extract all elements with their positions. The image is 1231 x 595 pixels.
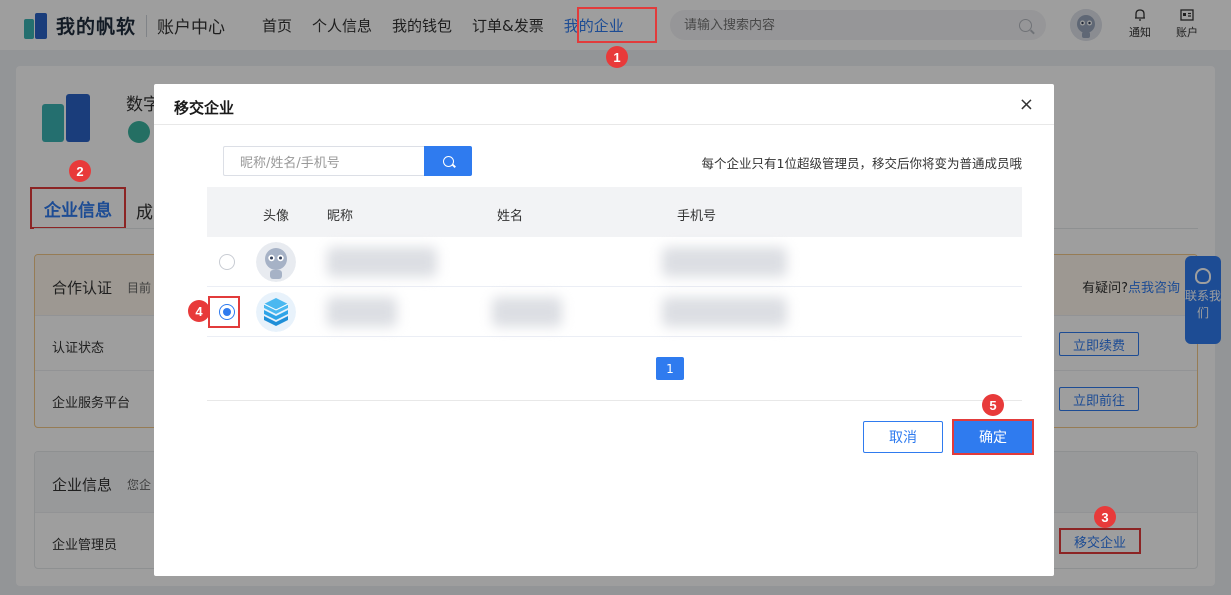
blurred-phone [662, 297, 787, 327]
table-row[interactable] [207, 287, 1022, 337]
step-marker-1: 1 [606, 46, 628, 68]
close-icon[interactable]: × [1019, 96, 1034, 114]
page-number-current[interactable]: 1 [656, 357, 684, 380]
member-search-input[interactable]: 昵称/姓名/手机号 [223, 146, 425, 176]
member-search-button[interactable] [424, 146, 472, 176]
blurred-nickname [327, 247, 437, 277]
blurred-nickname [327, 297, 397, 327]
search-icon [442, 155, 454, 167]
highlight-box-nav [577, 7, 657, 43]
confirm-button[interactable]: 确定 [952, 419, 1034, 455]
member-table-header: 头像 昵称 姓名 手机号 [207, 187, 1022, 237]
transfer-enterprise-dialog: 移交企业 × 昵称/姓名/手机号 每个企业只有1位超级管理员，移交后你将变为普通… [154, 84, 1054, 576]
robot-avatar-icon [256, 242, 296, 282]
table-row[interactable] [207, 237, 1022, 287]
col-name: 姓名 [497, 209, 524, 224]
col-nickname: 昵称 [327, 209, 354, 224]
blurred-phone [662, 247, 787, 277]
member-radio[interactable] [219, 254, 235, 270]
col-phone: 手机号 [677, 209, 717, 224]
step-marker-5: 5 [982, 394, 1004, 416]
member-avatar [256, 292, 296, 332]
divider [207, 400, 1022, 401]
col-avatar: 头像 [263, 209, 290, 224]
divider [154, 124, 1054, 125]
blurred-name [492, 297, 562, 327]
step-marker-2: 2 [69, 160, 91, 182]
cancel-button[interactable]: 取消 [863, 421, 943, 453]
highlight-box-radio [208, 296, 240, 328]
step-marker-4: 4 [188, 300, 210, 322]
member-avatar [256, 242, 296, 282]
transfer-tip: 每个企业只有1位超级管理员，移交后你将变为普通成员哦 [701, 156, 1022, 171]
step-marker-3: 3 [1094, 506, 1116, 528]
dialog-title: 移交企业 [174, 99, 235, 117]
book-stack-avatar-icon [256, 292, 296, 332]
